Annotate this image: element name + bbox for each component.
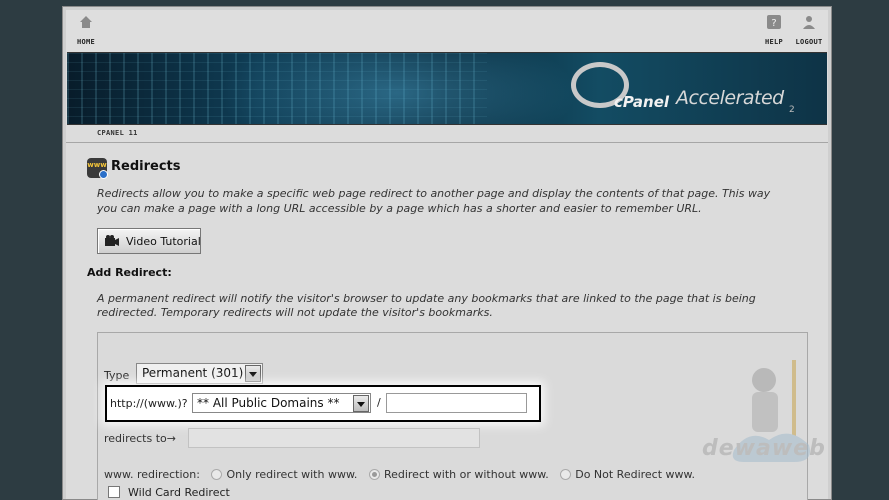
www-redirection-label: www. redirection: <box>104 468 200 481</box>
page-title: Redirects <box>111 159 181 174</box>
domain-path-row: http://(www.)? ** All Public Domains ** … <box>105 385 541 422</box>
add-redirect-title: Add Redirect: <box>87 266 172 279</box>
video-tutorial-label: Video Tutorial <box>126 235 201 248</box>
home-link[interactable]: HOME <box>66 14 106 46</box>
wildcard-row: Wild Card Redirect <box>108 486 230 499</box>
add-redirect-form: Type Permanent (301) http://(www.)? ** A… <box>97 332 808 500</box>
type-label: Type <box>104 369 130 382</box>
cpanel-brand: cPanel <box>614 93 670 111</box>
breadcrumb[interactable]: CPANEL 11 <box>97 129 138 137</box>
page-description: Redirects allow you to make a specific w… <box>97 187 771 215</box>
cpanel-tagline: Accelerated <box>676 87 784 109</box>
svg-text:?: ? <box>771 18 776 29</box>
path-separator: / <box>377 396 381 409</box>
www-either-radio[interactable] <box>368 469 380 480</box>
redirect-type-select[interactable]: Permanent (301) <box>136 363 263 384</box>
camera-icon <box>105 235 119 246</box>
logout-icon <box>803 16 815 29</box>
home-icon <box>80 16 92 28</box>
logout-label: LOGOUT <box>795 38 823 46</box>
banner-glow <box>217 53 577 124</box>
www-none-radio[interactable] <box>560 469 572 480</box>
cpanel-page: HOME ? HELP LOGOUT cPanel Accelerated 2 … <box>62 6 832 500</box>
breadcrumb-bar: CPANEL 11 <box>66 127 828 143</box>
domain-select-value: ** All Public Domains ** <box>197 396 340 410</box>
http-prefix-label: http://(www.)? <box>110 397 188 410</box>
chevron-down-icon[interactable] <box>353 395 369 412</box>
www-redirection-row: www. redirection: Only redirect with www… <box>104 468 695 481</box>
help-link[interactable]: ? HELP <box>754 14 794 46</box>
page-inner: HOME ? HELP LOGOUT cPanel Accelerated 2 … <box>66 10 828 500</box>
chevron-down-icon[interactable] <box>245 365 261 382</box>
logout-link[interactable]: LOGOUT <box>789 14 829 46</box>
domain-select[interactable]: ** All Public Domains ** <box>192 393 371 413</box>
main-content: www Redirects Redirects allow you to mak… <box>66 144 828 500</box>
watermark-text: dewaweb <box>702 436 826 461</box>
www-only-label: Only redirect with www. <box>226 468 358 481</box>
www-either-label: Redirect with or without www. <box>383 468 549 481</box>
help-label: HELP <box>764 38 784 46</box>
path-input[interactable] <box>386 393 527 413</box>
redirects-to-label: redirects to→ <box>104 432 176 445</box>
www-none-label: Do Not Redirect www. <box>575 468 696 481</box>
cpanel-version: 2 <box>789 105 795 115</box>
www-icon: www <box>87 158 108 179</box>
home-label: HOME <box>76 38 96 46</box>
redirect-type-value: Permanent (301) <box>142 366 244 380</box>
wildcard-checkbox[interactable] <box>108 486 120 498</box>
www-only-radio[interactable] <box>211 469 223 480</box>
top-nav: HOME ? HELP LOGOUT <box>66 10 828 52</box>
video-tutorial-button[interactable]: Video Tutorial <box>97 228 201 254</box>
add-redirect-description: A permanent redirect will notify the vis… <box>97 292 756 319</box>
help-icon: ? <box>767 15 781 29</box>
redirects-to-input[interactable] <box>188 428 480 448</box>
wildcard-label: Wild Card Redirect <box>128 486 230 499</box>
cpanel-banner: cPanel Accelerated 2 <box>67 52 827 125</box>
